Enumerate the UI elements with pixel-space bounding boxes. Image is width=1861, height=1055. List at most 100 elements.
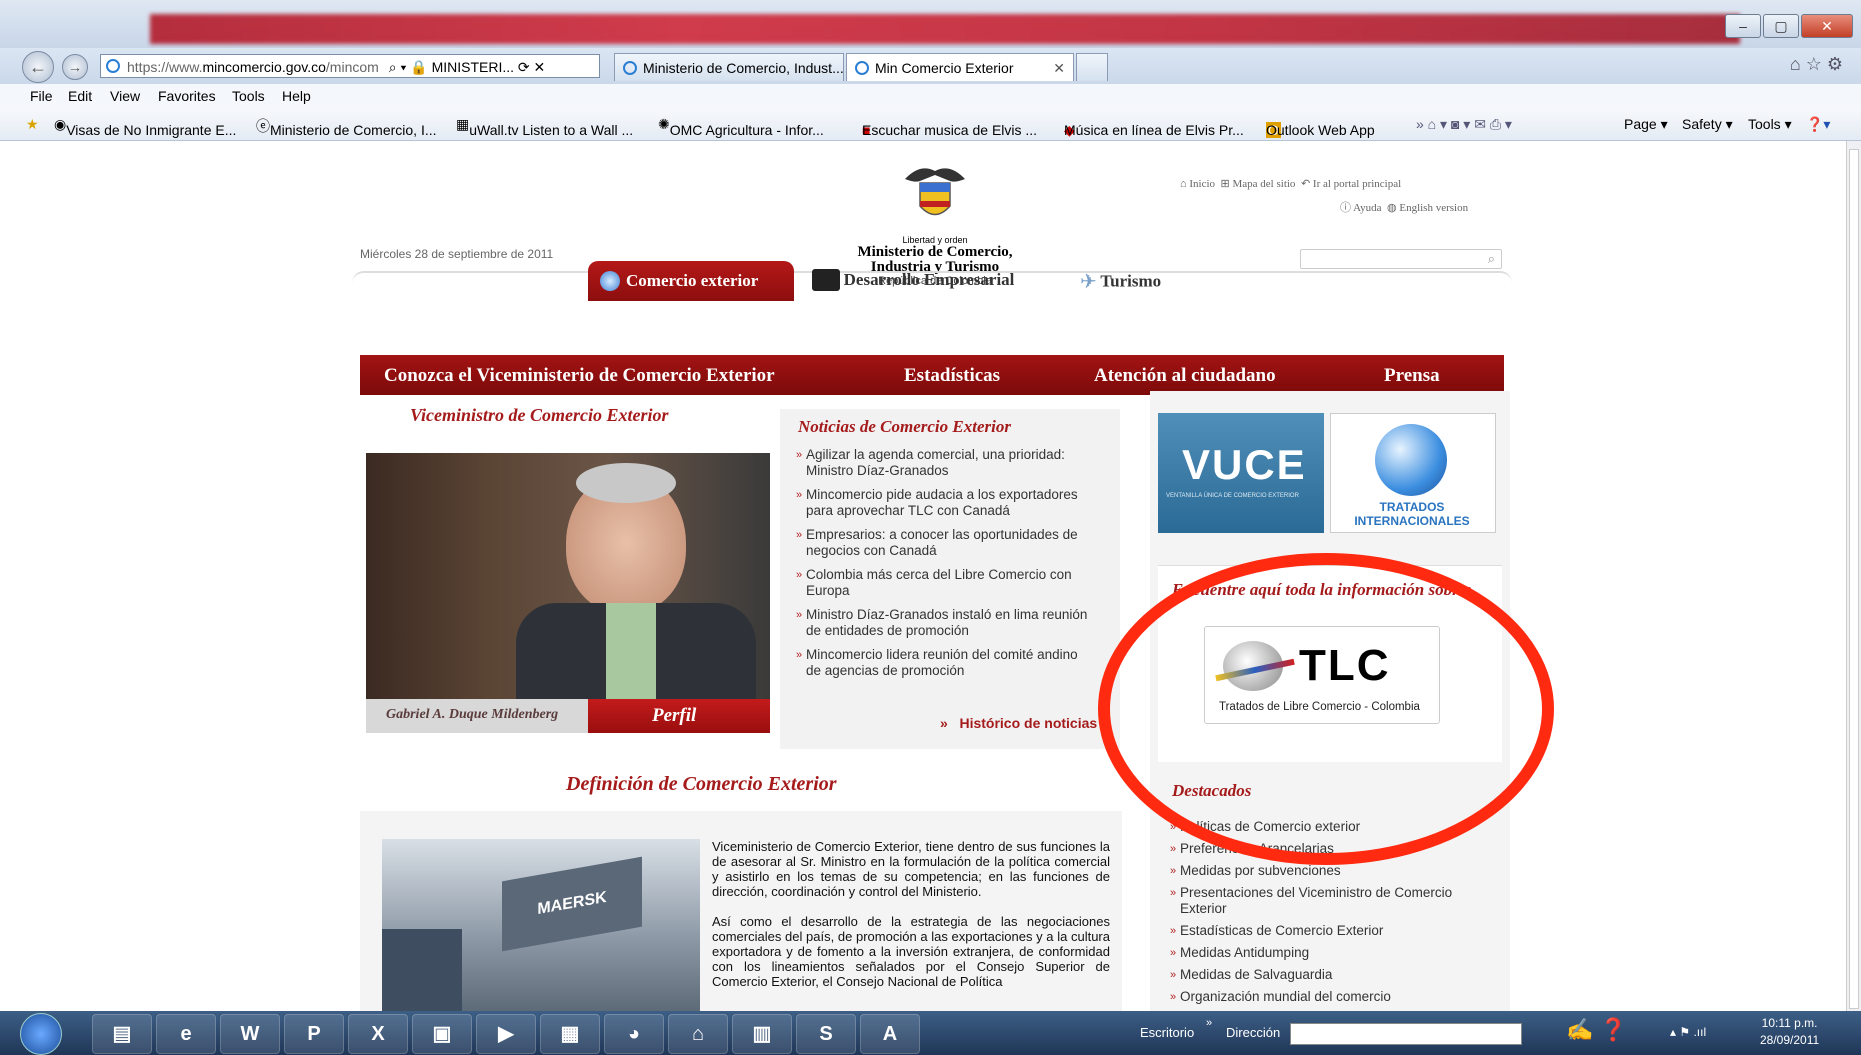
taskbar-address-input[interactable] xyxy=(1290,1023,1522,1045)
nav-prensa[interactable]: Prensa xyxy=(1384,365,1440,387)
new-tab-button[interactable] xyxy=(1076,53,1108,81)
word-icon[interactable]: W xyxy=(220,1014,280,1054)
address-bar[interactable]: https://www.mincomercio.gov.co/mincom ⌕ … xyxy=(100,54,600,78)
news-item[interactable]: Colombia más cerca del Libre Comercio co… xyxy=(796,567,1096,599)
vice-minister-photo[interactable] xyxy=(366,453,770,699)
tab-comercio-exterior[interactable]: Comercio exterior xyxy=(588,261,794,301)
cmd-page[interactable]: Page ▾ xyxy=(1624,116,1668,133)
news-item[interactable]: Agilizar la agenda comercial, una priori… xyxy=(796,447,1096,479)
site-search-input[interactable]: ⌕ xyxy=(1300,249,1502,269)
scroll-thumb[interactable] xyxy=(1849,149,1859,1009)
ie-icon xyxy=(623,61,637,75)
back-button[interactable]: ← xyxy=(22,51,54,83)
maximize-button[interactable]: ▢ xyxy=(1763,14,1799,38)
link-portal[interactable]: Ir al portal principal xyxy=(1313,178,1401,190)
desktop-toolbar-label[interactable]: Escritorio xyxy=(1140,1025,1194,1040)
sitemap-icon: ⊞ xyxy=(1220,178,1230,190)
media-icon[interactable]: ▶ xyxy=(476,1014,536,1054)
nav-conozca[interactable]: Conozca el Viceministerio de Comercio Ex… xyxy=(384,365,775,387)
menu-tools[interactable]: Tools xyxy=(232,88,265,104)
fav-ministerio[interactable]: ⓔ Ministerio de Comercio, I... xyxy=(256,116,437,138)
browser-navbar: ← → https://www.mincomercio.gov.co/minco… xyxy=(0,48,1861,85)
command-icons[interactable]: » ⌂ ▾ ◙ ▾ ✉ ⎙ ▾ xyxy=(1416,116,1512,133)
news-item[interactable]: Mincomercio lidera reunión del comité an… xyxy=(796,647,1096,679)
tab-desarrollo-empresarial[interactable]: Desarrollo Empresarial xyxy=(812,269,1014,291)
news-item[interactable]: Empresarios: a conocer las oportunidades… xyxy=(796,527,1096,559)
refresh-icon[interactable]: ⟳ ✕ xyxy=(518,59,545,75)
tab-close-icon[interactable]: ✕ xyxy=(1053,54,1065,81)
hair-shape xyxy=(576,463,676,503)
menu-bar: File Edit View Favorites Tools Help xyxy=(0,84,1861,110)
fav-visas[interactable]: ◉ Visas de No Inmigrante E... xyxy=(54,116,236,138)
home-star-gear-icons[interactable]: ⌂ ☆ ⚙ xyxy=(1790,54,1843,75)
home-icon: ⌂ xyxy=(1180,178,1187,190)
tab-turismo[interactable]: ✈ Turismo xyxy=(1080,269,1161,294)
menu-favorites[interactable]: Favorites xyxy=(158,88,216,104)
skype-icon[interactable]: S xyxy=(796,1014,856,1054)
fav-label: Música en línea de Elvis Pr... xyxy=(1064,122,1244,138)
person-name-box: Gabriel A. Duque Mildenberg xyxy=(366,699,588,733)
help-icon[interactable]: ❓▾ xyxy=(1806,116,1830,133)
explorer-icon[interactable]: ▤ xyxy=(92,1014,152,1054)
cmd-safety[interactable]: Safety ▾ xyxy=(1682,116,1733,133)
window-controls: – ▢ ✕ xyxy=(1725,14,1853,38)
cmd-tools[interactable]: Tools ▾ xyxy=(1748,116,1792,133)
ie-taskbar-icon[interactable]: e xyxy=(156,1014,216,1054)
globe-icon: ◍ xyxy=(1386,202,1397,214)
news-item[interactable]: Ministro Díaz-Granados instaló en lima r… xyxy=(796,607,1096,639)
news-history-link[interactable]: » Histórico de noticias xyxy=(940,715,1097,731)
app-icon[interactable]: ⌂ xyxy=(668,1014,728,1054)
clock[interactable]: 10:11 p.m. 28/09/2011 xyxy=(1760,1015,1819,1049)
destacado-item[interactable]: Organización mundial del comercio xyxy=(1170,989,1490,1005)
tab-min-comercio[interactable]: Min Comercio Exterior ✕ xyxy=(846,53,1074,81)
excel-icon[interactable]: X xyxy=(348,1014,408,1054)
menu-edit[interactable]: Edit xyxy=(68,88,92,104)
link-english[interactable]: English version xyxy=(1399,202,1468,214)
powerpoint-icon[interactable]: P xyxy=(284,1014,344,1054)
container-photo: MAERSK xyxy=(382,839,700,1011)
menu-view[interactable]: View xyxy=(110,88,140,104)
link-mapa[interactable]: Mapa del sitio xyxy=(1233,178,1296,190)
tray-flag-signal-icons[interactable]: ▴ ⚑ .ııl xyxy=(1670,1025,1706,1039)
news-title: Noticias de Comercio Exterior xyxy=(798,417,1011,436)
forward-button[interactable]: → xyxy=(62,54,88,80)
fav-label: Escuchar musica de Elvis ... xyxy=(862,122,1038,138)
calculator-icon[interactable]: ▦ xyxy=(540,1014,600,1054)
close-button[interactable]: ✕ xyxy=(1801,14,1853,38)
menu-file[interactable]: File xyxy=(30,88,53,104)
destacado-item[interactable]: Medidas de Salvaguardia xyxy=(1170,967,1490,983)
firefox-icon[interactable]: ◕ xyxy=(604,1014,664,1054)
fav-label: Outlook Web App xyxy=(1266,122,1375,138)
minimize-button[interactable]: – xyxy=(1725,14,1761,38)
news-item[interactable]: Mincomercio pide audacia a los exportado… xyxy=(796,487,1096,519)
tab-label: Desarrollo Empresarial xyxy=(843,270,1015,289)
nav-estadisticas[interactable]: Estadísticas xyxy=(904,365,1000,387)
tab-ministerio[interactable]: Ministerio de Comercio, Indust... xyxy=(614,53,844,81)
news-panel: Noticias de Comercio Exterior Agilizar l… xyxy=(780,409,1120,749)
destacado-item[interactable]: Medidas Antidumping xyxy=(1170,945,1490,961)
search-icon[interactable]: ⌕ xyxy=(1488,251,1495,267)
fav-uwall[interactable]: ▦ uWall.tv Listen to a Wall ... xyxy=(456,116,633,138)
airplane-icon: ✈ xyxy=(1080,271,1097,293)
search-icon[interactable]: ⌕ ▾ xyxy=(389,59,407,75)
portal-icon: ↶ xyxy=(1300,178,1311,190)
windows-taskbar: ▤ e W P X ▣ ▶ ▦ ◕ ⌂ ▥ S A Escritorio » D… xyxy=(0,1011,1861,1055)
fav-omc[interactable]: ✺ OMC Agricultura - Infor... xyxy=(658,116,824,138)
globe-icon xyxy=(600,271,620,291)
perfil-button[interactable]: Perfil xyxy=(588,699,770,733)
link-ayuda[interactable]: Ayuda xyxy=(1353,202,1381,214)
tray-icons[interactable]: ✍ ❓ xyxy=(1566,1017,1627,1043)
chevron-icon[interactable]: » xyxy=(1206,1017,1212,1029)
start-button[interactable] xyxy=(20,1013,62,1055)
page-scrollbar[interactable] xyxy=(1846,141,1861,1011)
menu-help[interactable]: Help xyxy=(282,88,311,104)
link-inicio[interactable]: Inicio xyxy=(1189,178,1215,190)
nav-atencion[interactable]: Atención al ciudadano xyxy=(1094,365,1276,387)
tab-label: Turismo xyxy=(1100,271,1162,291)
acrobat-icon[interactable]: A xyxy=(860,1014,920,1054)
notes-icon[interactable]: ▣ xyxy=(412,1014,472,1054)
computer-icon[interactable]: ▥ xyxy=(732,1014,792,1054)
favorites-star-icon[interactable]: ★ xyxy=(26,116,39,133)
container-shape: MAERSK xyxy=(502,856,642,952)
red-circle-annotation xyxy=(1098,553,1554,865)
